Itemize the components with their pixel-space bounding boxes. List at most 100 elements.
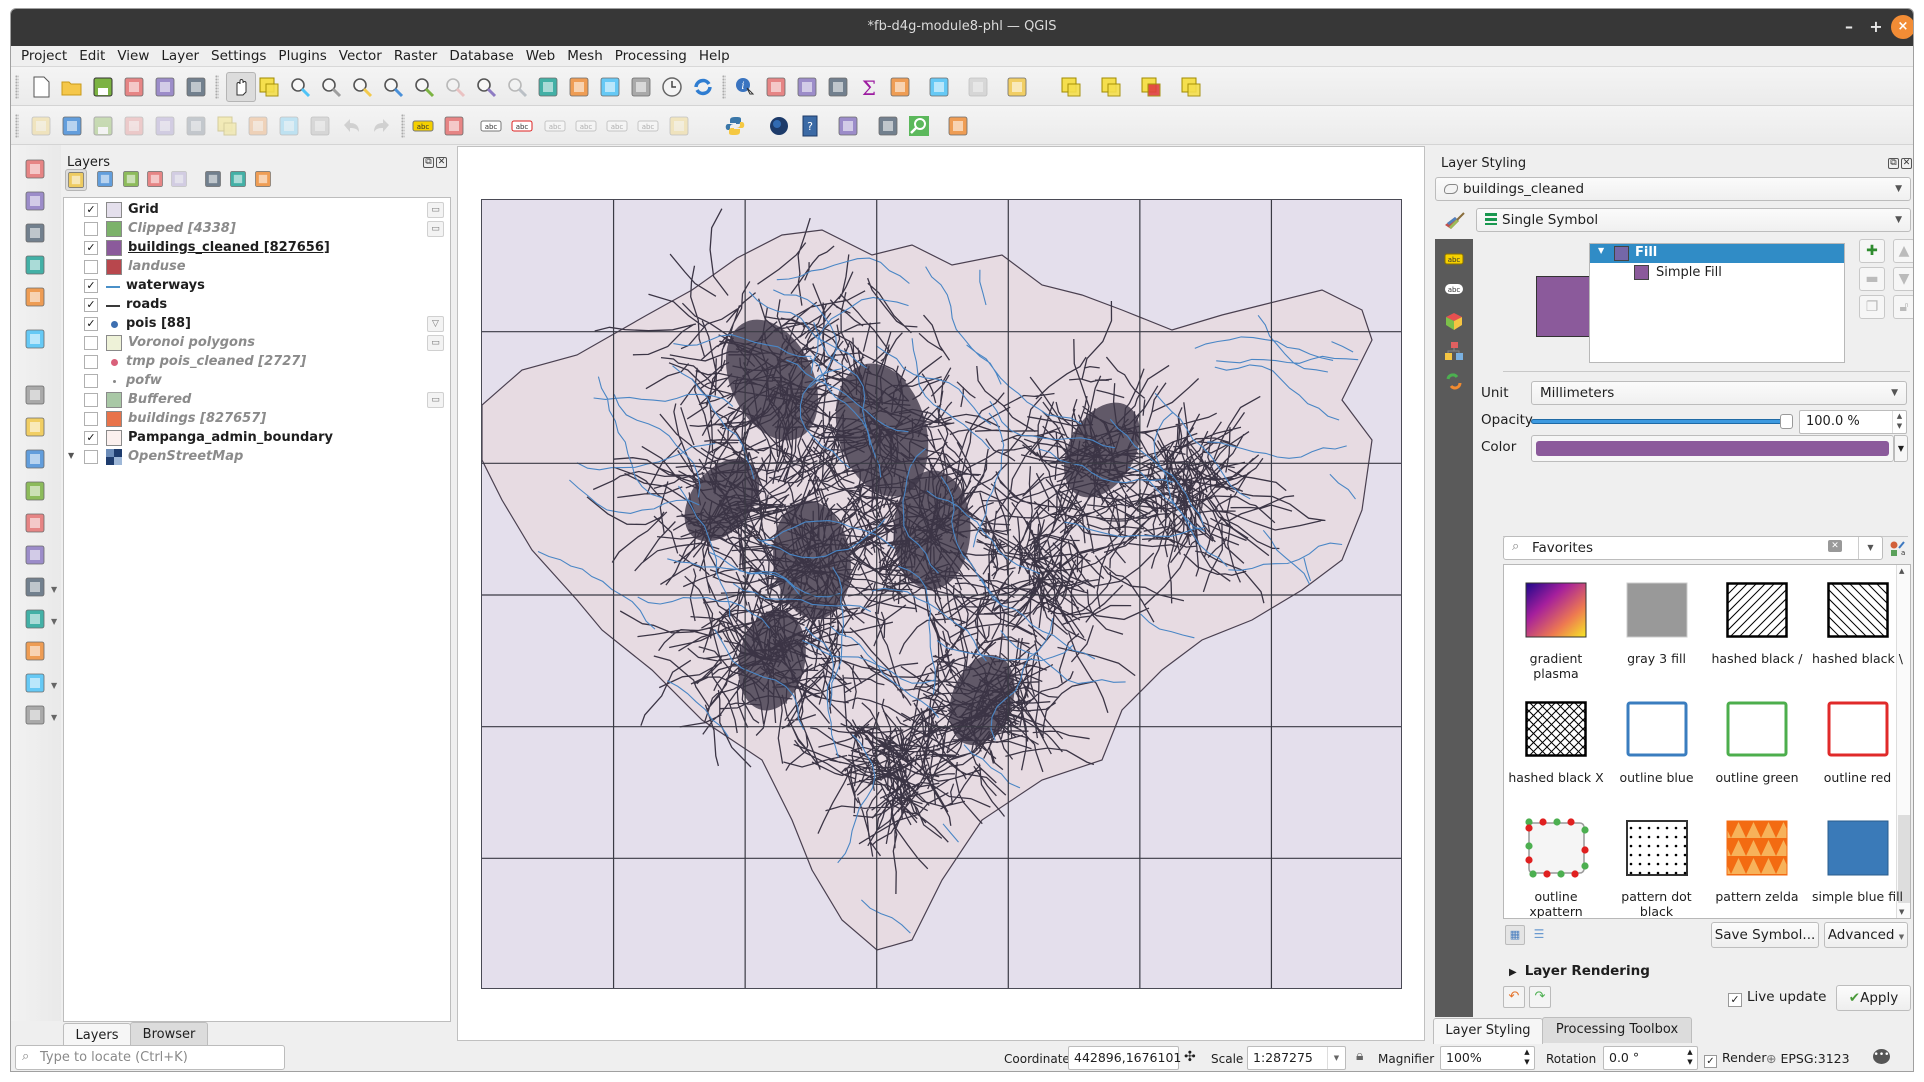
menu-help[interactable]: Help [693, 46, 736, 64]
symbol-gallery-item[interactable]: outline blue [1607, 698, 1707, 785]
redo-style-button[interactable]: ↷ [1529, 986, 1551, 1008]
clear-search-icon[interactable]: ✕ [1828, 540, 1842, 552]
layer-visibility-checkbox[interactable] [84, 450, 98, 464]
topology-checker-icon[interactable] [836, 114, 860, 138]
duplicate-symbol-layer-button[interactable]: ❐ [1859, 295, 1885, 319]
layer-visibility-checkbox[interactable]: ✓ [84, 241, 98, 255]
temporal-controller-icon[interactable] [660, 75, 684, 99]
spin-arrows-icon[interactable]: ▲ ▼ [1683, 1047, 1697, 1069]
change-label-icon[interactable]: abc [636, 114, 660, 138]
attribute-table-icon[interactable] [764, 75, 788, 99]
current-edits-icon[interactable] [29, 114, 53, 138]
undo-style-button[interactable]: ↶ [1503, 986, 1525, 1008]
select-by-value-icon[interactable] [1099, 75, 1123, 99]
quickosm-icon[interactable] [667, 114, 691, 138]
lock-color-button[interactable]: 🔓︎ [1893, 295, 1913, 319]
collapse-arrow-icon[interactable]: ▼ [1598, 246, 1604, 255]
layer-visibility-checkbox[interactable] [84, 355, 98, 369]
layout-manager-icon[interactable] [153, 75, 177, 99]
messages-icon[interactable]: ••• [1873, 1049, 1890, 1064]
map-tips-icon[interactable] [927, 75, 951, 99]
layer-item[interactable]: ✓ buildings_cleaned [827656] [64, 239, 450, 258]
layer-item[interactable]: tmp pois_cleaned [2727] [64, 353, 450, 372]
menu-mesh[interactable]: Mesh [561, 46, 609, 64]
move-up-button[interactable]: ▲ [1893, 239, 1913, 263]
new-bookmark-icon[interactable] [598, 75, 622, 99]
toggle-editing-icon[interactable] [60, 114, 84, 138]
style-manager-icon[interactable]: a [1889, 540, 1905, 557]
symbol-gallery-item[interactable]: pattern zelda [1707, 817, 1807, 904]
opacity-slider-handle[interactable] [1780, 414, 1793, 429]
refresh-icon[interactable] [691, 75, 715, 99]
spin-arrows-icon[interactable]: ▲ ▼ [1520, 1047, 1534, 1069]
menu-project[interactable]: Project [11, 46, 73, 64]
toolbar-grip[interactable] [401, 114, 405, 138]
spin-arrows-icon[interactable]: ▲ ▼ [1892, 411, 1906, 433]
symbol-gallery-item[interactable]: outline red [1808, 698, 1908, 785]
layer-visibility-checkbox[interactable]: ✓ [84, 298, 98, 312]
save-project-icon[interactable] [91, 75, 115, 99]
symbology-brush-icon[interactable] [1443, 211, 1465, 233]
symbol-gallery-item[interactable]: gradient plasma [1506, 579, 1606, 681]
opacity-spinbox[interactable]: 100.0 % ▲ ▼ [1799, 410, 1907, 434]
tab-layer-styling[interactable]: Layer Styling [1433, 1018, 1543, 1044]
undo-icon[interactable] [339, 114, 363, 138]
memory-layer-icon[interactable]: ▭ [427, 221, 444, 237]
layer-item[interactable]: landuse [64, 258, 450, 277]
field-calculator-icon[interactable] [795, 75, 819, 99]
zoom-to-layer-icon[interactable] [412, 75, 436, 99]
minimize-button[interactable]: – [1837, 15, 1861, 39]
show-hide-labels-icon[interactable]: abc [543, 114, 567, 138]
layer-select-combo[interactable]: buildings_cleaned ▼ [1435, 177, 1911, 201]
color-button[interactable] [1531, 435, 1894, 462]
masks-tab-icon[interactable]: abc [1444, 279, 1464, 299]
move-label-icon[interactable]: abc [574, 114, 598, 138]
renderer-combo[interactable]: Single Symbol ▼ [1476, 208, 1911, 232]
processing-toolbox-icon[interactable] [826, 75, 850, 99]
select-location-icon[interactable] [1179, 75, 1203, 99]
expand-arrow-icon[interactable]: ▼ [68, 451, 74, 460]
close-button[interactable]: × [1891, 15, 1913, 39]
style-manager-icon[interactable] [184, 75, 208, 99]
scroll-down-icon[interactable]: ▼ [1899, 908, 1904, 916]
copy-features-icon[interactable] [277, 114, 301, 138]
symbol-gallery-item[interactable]: hashed black X [1506, 698, 1606, 785]
layer-item[interactable]: ✓ roads [64, 296, 450, 315]
layer-rendering-section[interactable]: ▶ Layer Rendering [1509, 963, 1650, 979]
layer-item[interactable]: pofw [64, 372, 450, 391]
georeferencer-icon[interactable] [946, 114, 970, 138]
locate-bar[interactable]: ⌕ Type to locate (Ctrl+K) [15, 1045, 285, 1070]
layer-visibility-checkbox[interactable] [84, 336, 98, 350]
zoom-out-icon[interactable] [319, 75, 343, 99]
toggle-extents-icon[interactable]: ✣ [1184, 1049, 1196, 1065]
color-menu-button[interactable]: ▼ [1894, 435, 1908, 462]
coordinate-field[interactable]: 442896,1676101 [1068, 1046, 1181, 1070]
save-symbol-button[interactable]: Save Symbol... [1711, 922, 1819, 948]
symbol-gallery-item[interactable]: outline green [1707, 698, 1807, 785]
label-toolbar-icon[interactable]: abc [411, 114, 435, 138]
select-features-icon[interactable] [1059, 75, 1083, 99]
menu-raster[interactable]: Raster [388, 46, 444, 64]
crs-button[interactable]: ⊕ EPSG:3123 [1766, 1051, 1850, 1066]
menu-web[interactable]: Web [520, 46, 561, 64]
layer-visibility-checkbox[interactable]: ✓ [84, 431, 98, 445]
unit-combo[interactable]: Millimeters ▼ [1531, 381, 1907, 405]
history-tab-icon[interactable] [1444, 371, 1464, 391]
tab-processing-toolbox[interactable]: Processing Toolbox [1542, 1017, 1692, 1043]
layer-visibility-checkbox[interactable] [84, 222, 98, 236]
identify-icon[interactable]: i [733, 75, 757, 99]
filter-expression-icon[interactable] [169, 169, 191, 191]
rotate-label-icon[interactable]: abc [605, 114, 629, 138]
show-bookmarks-icon[interactable] [629, 75, 653, 99]
measure-icon[interactable] [888, 75, 912, 99]
zoom-native-icon[interactable] [443, 75, 467, 99]
new-project-icon[interactable] [29, 75, 53, 99]
layer-visibility-checkbox[interactable]: ✓ [84, 203, 98, 217]
apply-button[interactable]: ✔Apply [1836, 985, 1911, 1011]
zoom-last-icon[interactable] [474, 75, 498, 99]
remove-symbol-layer-button[interactable]: ▬ [1859, 267, 1885, 291]
expand-all-icon[interactable] [203, 169, 225, 191]
symbol-search-field[interactable]: ⌕ Favorites ✕ ▼ [1503, 536, 1883, 560]
pin-labels-icon[interactable]: abc [510, 114, 534, 138]
live-update-checkbox[interactable]: ✓ Live update [1728, 989, 1826, 1007]
